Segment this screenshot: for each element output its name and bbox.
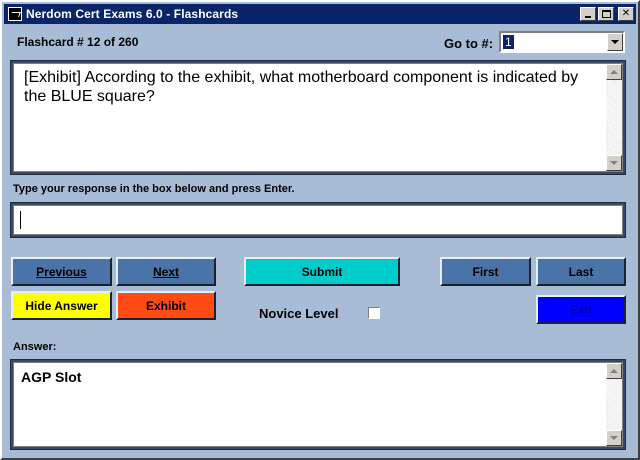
goto-selected-value: 1 [503,35,514,49]
response-prompt: Type your response in the box below and … [13,183,295,195]
first-label: First [472,264,499,279]
chevron-up-icon [610,70,618,74]
submit-button[interactable]: Submit [244,257,400,286]
exhibit-label: Exhibit [145,298,186,313]
flashcard-counter: Flashcard # 12 of 260 [17,35,139,49]
answer-frame: AGP Slot [10,359,626,450]
text-cursor [20,211,21,229]
next-button[interactable]: Next [116,257,216,286]
response-input[interactable] [13,205,623,235]
chevron-down-icon [610,436,618,440]
novice-level-checkbox[interactable] [368,307,380,319]
first-button[interactable]: First [440,257,531,286]
answer-text: AGP Slot [21,369,82,385]
answer-scrollbar[interactable] [606,363,622,446]
hide-answer-label: Hide Answer [25,298,98,313]
minimize-icon [585,16,591,18]
scroll-down-button[interactable] [606,155,622,171]
question-frame: [Exhibit] According to the exhibit, what… [10,60,626,175]
goto-select[interactable]: 1 [499,31,625,53]
scroll-up-button[interactable] [606,64,622,80]
scroll-down-button[interactable] [606,430,622,446]
exit-label: Exit [569,302,592,317]
close-button[interactable]: ✕ [618,7,634,21]
close-icon: ✕ [621,8,631,19]
scroll-up-button[interactable] [606,363,622,379]
question-box[interactable]: [Exhibit] According to the exhibit, what… [13,63,623,172]
exit-button[interactable]: Exit [536,295,626,324]
next-label: Next [152,264,179,279]
submit-label: Submit [301,264,343,279]
title-bar[interactable]: Nerdom Cert Exams 6.0 - Flashcards ✕ [4,4,636,24]
question-text: [Exhibit] According to the exhibit, what… [24,69,579,105]
chevron-up-icon [610,369,618,373]
last-button[interactable]: Last [536,257,626,286]
chevron-down-icon [611,40,619,44]
response-frame [10,202,626,238]
maximize-button[interactable] [598,7,614,21]
novice-level-label: Novice Level [259,306,339,321]
chevron-down-icon [610,161,618,165]
app-icon [8,7,22,21]
hide-answer-button[interactable]: Hide Answer [11,291,112,320]
window-title: Nerdom Cert Exams 6.0 - Flashcards [26,7,239,21]
answer-box[interactable]: AGP Slot [13,362,623,447]
dropdown-arrow[interactable] [607,33,623,51]
minimize-button[interactable] [580,7,596,21]
app-window: Nerdom Cert Exams 6.0 - Flashcards ✕ Fla… [0,0,640,460]
exhibit-button[interactable]: Exhibit [116,291,216,320]
answer-label: Answer: [13,341,57,353]
previous-button[interactable]: Previous [11,257,112,286]
maximize-icon [601,10,611,18]
previous-label: Previous [36,264,87,279]
question-scrollbar[interactable] [606,64,622,171]
goto-label: Go to #: [444,36,494,51]
last-label: Last [568,264,594,279]
